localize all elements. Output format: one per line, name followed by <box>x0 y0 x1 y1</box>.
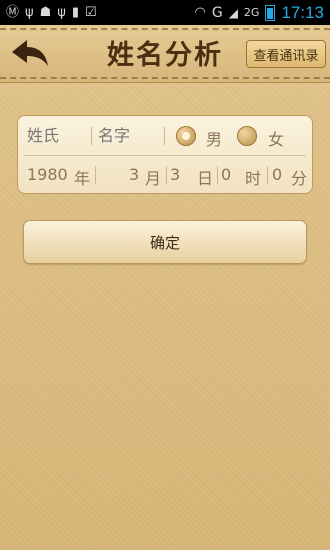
given-name-input[interactable] <box>98 126 158 145</box>
birth-minute-field[interactable]: 0 <box>272 165 282 184</box>
gender-male-radio[interactable] <box>176 126 196 146</box>
birth-year-field[interactable]: 1980 <box>27 165 68 184</box>
day-unit: 日 <box>197 169 214 188</box>
minute-unit: 分 <box>291 169 308 188</box>
battery-icon <box>265 4 276 21</box>
wifi-icon: ◠ <box>194 5 206 20</box>
view-contacts-button[interactable]: 查看通讯录 <box>246 40 326 68</box>
m-app-icon: Ⓜ <box>6 5 20 20</box>
gender-female-label[interactable]: 女 <box>268 126 284 150</box>
separator <box>164 127 165 145</box>
birth-month-field[interactable]: 3 <box>129 165 139 184</box>
gender-male-label[interactable]: 男 <box>206 126 222 150</box>
usb-icon: ψ <box>57 5 66 20</box>
separator <box>267 166 268 184</box>
sim-icon: ▮ <box>71 5 79 20</box>
month-unit: 月 <box>145 169 162 188</box>
check-icon: ☑ <box>84 5 97 20</box>
birth-day-field[interactable]: 3 <box>170 165 180 184</box>
birth-hour-field[interactable]: 0 <box>221 165 231 184</box>
clock: 17:13 <box>281 2 324 22</box>
confirm-button[interactable]: 确定 <box>23 220 307 264</box>
separator <box>217 166 218 184</box>
separator <box>91 127 92 145</box>
input-form-card: 男 女 1980 年 3 月 3 日 0 时 0 分 <box>17 115 313 194</box>
app-header: 姓名分析 查看通讯录 <box>0 25 330 83</box>
surname-input[interactable] <box>27 126 87 145</box>
network-indicator: 2G <box>243 6 260 19</box>
android-icon: ☗ <box>39 5 52 20</box>
status-icons: Ⓜ ψ ☗ ψ ▮ ☑ <box>6 6 97 19</box>
header-stitch-bottom <box>0 77 330 79</box>
header-stitch-top <box>0 28 330 30</box>
separator <box>95 166 96 184</box>
hour-unit: 时 <box>245 169 262 188</box>
usb-icon: ψ <box>25 5 34 20</box>
gender-female-radio[interactable] <box>237 126 257 146</box>
status-bar: Ⓜ ψ ☗ ψ ▮ ☑ ◠ G ◢ 2G 17:13 <box>0 0 330 25</box>
birth-date-row: 1980 年 3 月 3 日 0 时 0 分 <box>18 156 312 194</box>
year-unit: 年 <box>74 169 91 188</box>
name-gender-row: 男 女 <box>18 117 312 155</box>
network-label: G <box>211 4 223 21</box>
status-right: ◠ G ◢ 2G 17:13 <box>194 3 324 23</box>
signal-icon: ◢ <box>228 5 238 20</box>
separator <box>166 166 167 184</box>
